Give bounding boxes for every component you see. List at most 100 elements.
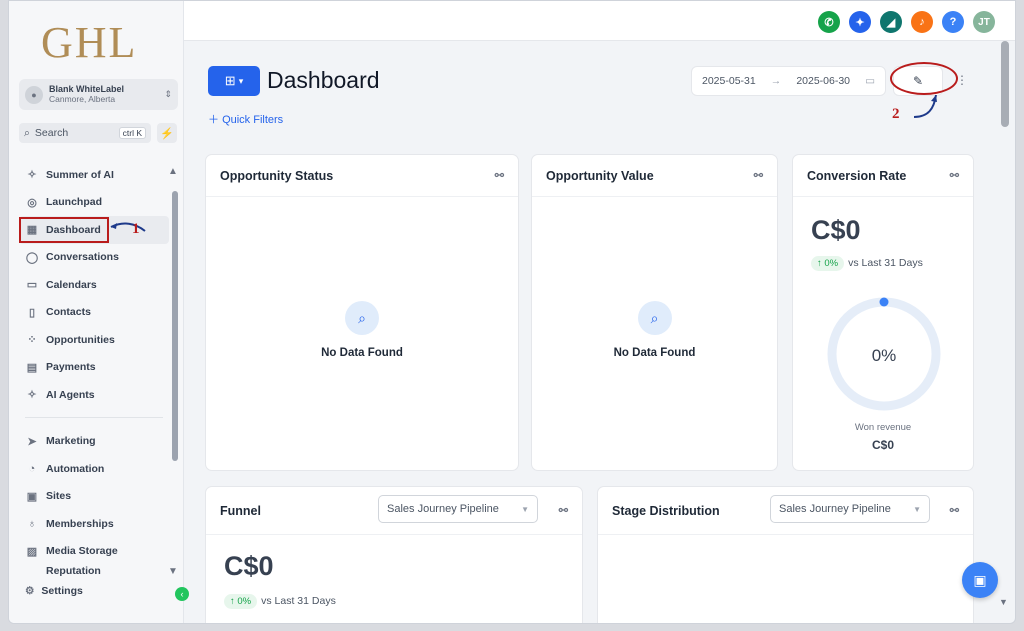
sidebar: GHL ● Blank WhiteLabel Canmore, Alberta … [9, 1, 189, 623]
calendar-icon: ▭ [26, 279, 38, 292]
pipeline-select[interactable]: Sales Journey Pipeline ▼ [378, 495, 538, 523]
user-avatar[interactable]: JT [973, 11, 995, 33]
conversion-value: C$0 [811, 215, 861, 245]
bell-icon[interactable]: ♪ [911, 11, 933, 33]
empty-state-text: No Data Found [613, 347, 696, 359]
main-scrollbar-thumb[interactable] [1001, 41, 1009, 127]
sidebar-item-sites[interactable]: ▣ Sites [19, 483, 169, 511]
card-title: Funnel [220, 503, 261, 518]
won-revenue-label: Won revenue [854, 422, 912, 433]
funnel-card: Funnel ⚯ Sales Journey Pipeline ▼ C$0 ↑ 0%… [205, 486, 583, 623]
brand-logo: GHL [41, 18, 138, 67]
chat-support-button[interactable]: ▣ [962, 562, 998, 598]
account-avatar-icon: ● [25, 85, 43, 104]
sidebar-item-calendars[interactable]: ▭ Calendars [19, 271, 169, 299]
scroll-down-arrow-icon[interactable]: ▼ [999, 597, 1008, 607]
won-revenue-value: C$0 [871, 438, 894, 452]
sidebar-item-opportunities[interactable]: ⁘ Opportunities [19, 326, 169, 354]
calendar-icon: ▭ [865, 75, 875, 87]
account-location: Canmore, Alberta [49, 93, 116, 104]
scroll-down-arrow-icon[interactable]: ▼ [168, 566, 178, 577]
sidebar-item-label: Marketing [46, 435, 96, 448]
date-start: 2025-05-31 [702, 75, 756, 87]
conversion-rate-card: Conversion Rate ⚯ C$0 ↑ 0% vs Last 31 Days… [792, 154, 974, 471]
sidebar-item-label: Reputation [46, 565, 101, 576]
sidebar-item-label: Contacts [46, 306, 91, 319]
sidebar-item-ai-agents[interactable]: ✧ AI Agents [19, 381, 169, 409]
top-bar: ✆ ✦ ◢ ♪ ? JT [184, 1, 1015, 41]
sidebar-item-summer-of-ai[interactable]: ✧ Summer of AI [19, 161, 169, 189]
conversion-gauge: 0% [827, 297, 941, 411]
account-switcher[interactable]: ● Blank WhiteLabel Canmore, Alberta ⇕ [19, 79, 178, 110]
card-settings-icon[interactable]: ⚯ [950, 169, 959, 182]
media-icon: ▨ [26, 545, 38, 558]
stage-distribution-card: Stage Distribution ⚯ Sales Journey Pipeli… [597, 486, 974, 623]
chevron-down-icon: ▼ [913, 504, 921, 514]
sidebar-item-marketing[interactable]: ➤ Marketing [19, 428, 169, 456]
sidebar-item-payments[interactable]: ▤ Payments [19, 354, 169, 382]
arrow-right-icon: → [770, 75, 782, 87]
sidebar-item-settings[interactable]: ⚙ Settings [25, 585, 83, 597]
megaphone-icon[interactable]: ◢ [880, 11, 902, 33]
sites-icon: ▣ [26, 490, 38, 503]
sidebar-item-launchpad[interactable]: ◎ Launchpad [19, 189, 169, 217]
rocket-icon: ◎ [27, 196, 37, 209]
sparkle-icon: ✧ [27, 169, 37, 182]
sidebar-item-label: Memberships [46, 517, 114, 530]
quick-action-bolt-icon[interactable]: ⚡ [157, 123, 177, 143]
chat-icon: ◯ [25, 251, 39, 264]
search-icon: ⌕ [345, 301, 379, 335]
chevron-updown-icon: ⇕ [164, 89, 172, 99]
sidebar-item-media-storage[interactable]: ▨ Media Storage [19, 538, 169, 566]
card-settings-icon[interactable]: ⚯ [559, 504, 568, 517]
chat-bubble-icon: ▣ [973, 571, 987, 588]
send-icon: ➤ [27, 435, 37, 448]
sidebar-item-memberships[interactable]: ♁ Memberships [19, 510, 169, 538]
ai-agents-icon: ✧ [27, 389, 37, 402]
comparison-text: vs Last 31 Days [261, 595, 336, 607]
help-icon[interactable]: ? [942, 11, 964, 33]
delta-badge: ↑ 0% [224, 594, 258, 609]
magic-icon[interactable]: ✦ [849, 11, 871, 33]
annotation-label-2: 2 [892, 106, 900, 122]
gear-icon: ⚙ [25, 585, 35, 597]
sidebar-item-conversations[interactable]: ◯ Conversations [19, 244, 169, 272]
collapse-sidebar-button[interactable]: ‹ [175, 587, 189, 601]
sidebar-item-automation[interactable]: ◔ Automation [19, 455, 169, 483]
pipeline-select-value: Sales Journey Pipeline [387, 503, 499, 515]
pipeline-select-value: Sales Journey Pipeline [779, 503, 891, 515]
sidebar-item-contacts[interactable]: ▯ Contacts [19, 299, 169, 327]
quick-filters-label: Quick Filters [222, 114, 284, 126]
quick-filters-link[interactable]: ＋ Quick Filters [208, 111, 283, 127]
page-title: Dashboard [267, 67, 380, 93]
sidebar-item-label: Summer of AI [46, 168, 114, 181]
plus-icon: ＋ [208, 114, 223, 126]
sidebar-item-reputation[interactable]: Reputation [19, 565, 169, 576]
dashboard-switcher-button[interactable]: ⊞ ▾ [208, 66, 260, 96]
scroll-up-arrow-icon[interactable]: ▲ [168, 166, 178, 177]
annotation-arrow-1-icon [110, 222, 146, 232]
date-range-picker[interactable]: 2025-05-31 → 2025-06-30 ▭ [691, 66, 886, 96]
annotation-arrow-2-icon [913, 94, 937, 118]
pipeline-select[interactable]: Sales Journey Pipeline ▼ [770, 495, 930, 523]
sidebar-item-label: Automation [46, 462, 105, 475]
search-placeholder: Search [34, 127, 69, 139]
card-title: Opportunity Status [220, 168, 334, 183]
sidebar-item-label: Launchpad [46, 196, 103, 209]
date-end: 2025-06-30 [796, 75, 851, 87]
card-title: Stage Distribution [612, 503, 720, 518]
sidebar-item-label: Payments [46, 361, 96, 374]
chevron-down-icon: ▾ [238, 75, 244, 86]
card-settings-icon[interactable]: ⚯ [950, 504, 959, 517]
sidebar-scrollbar[interactable] [172, 191, 178, 461]
main-scrollbar[interactable] [1001, 41, 1009, 623]
settings-label: Settings [41, 585, 83, 597]
phone-icon[interactable]: ✆ [818, 11, 840, 33]
annotation-highlight-box [19, 217, 109, 243]
search-input[interactable]: ⌕ Search ctrl K [19, 123, 151, 143]
contacts-icon: ▯ [28, 306, 36, 319]
card-settings-icon[interactable]: ⚯ [495, 169, 504, 182]
more-options-icon[interactable]: ⋮ [956, 73, 968, 87]
opportunities-icon: ⁘ [27, 334, 37, 347]
card-settings-icon[interactable]: ⚯ [754, 169, 763, 182]
